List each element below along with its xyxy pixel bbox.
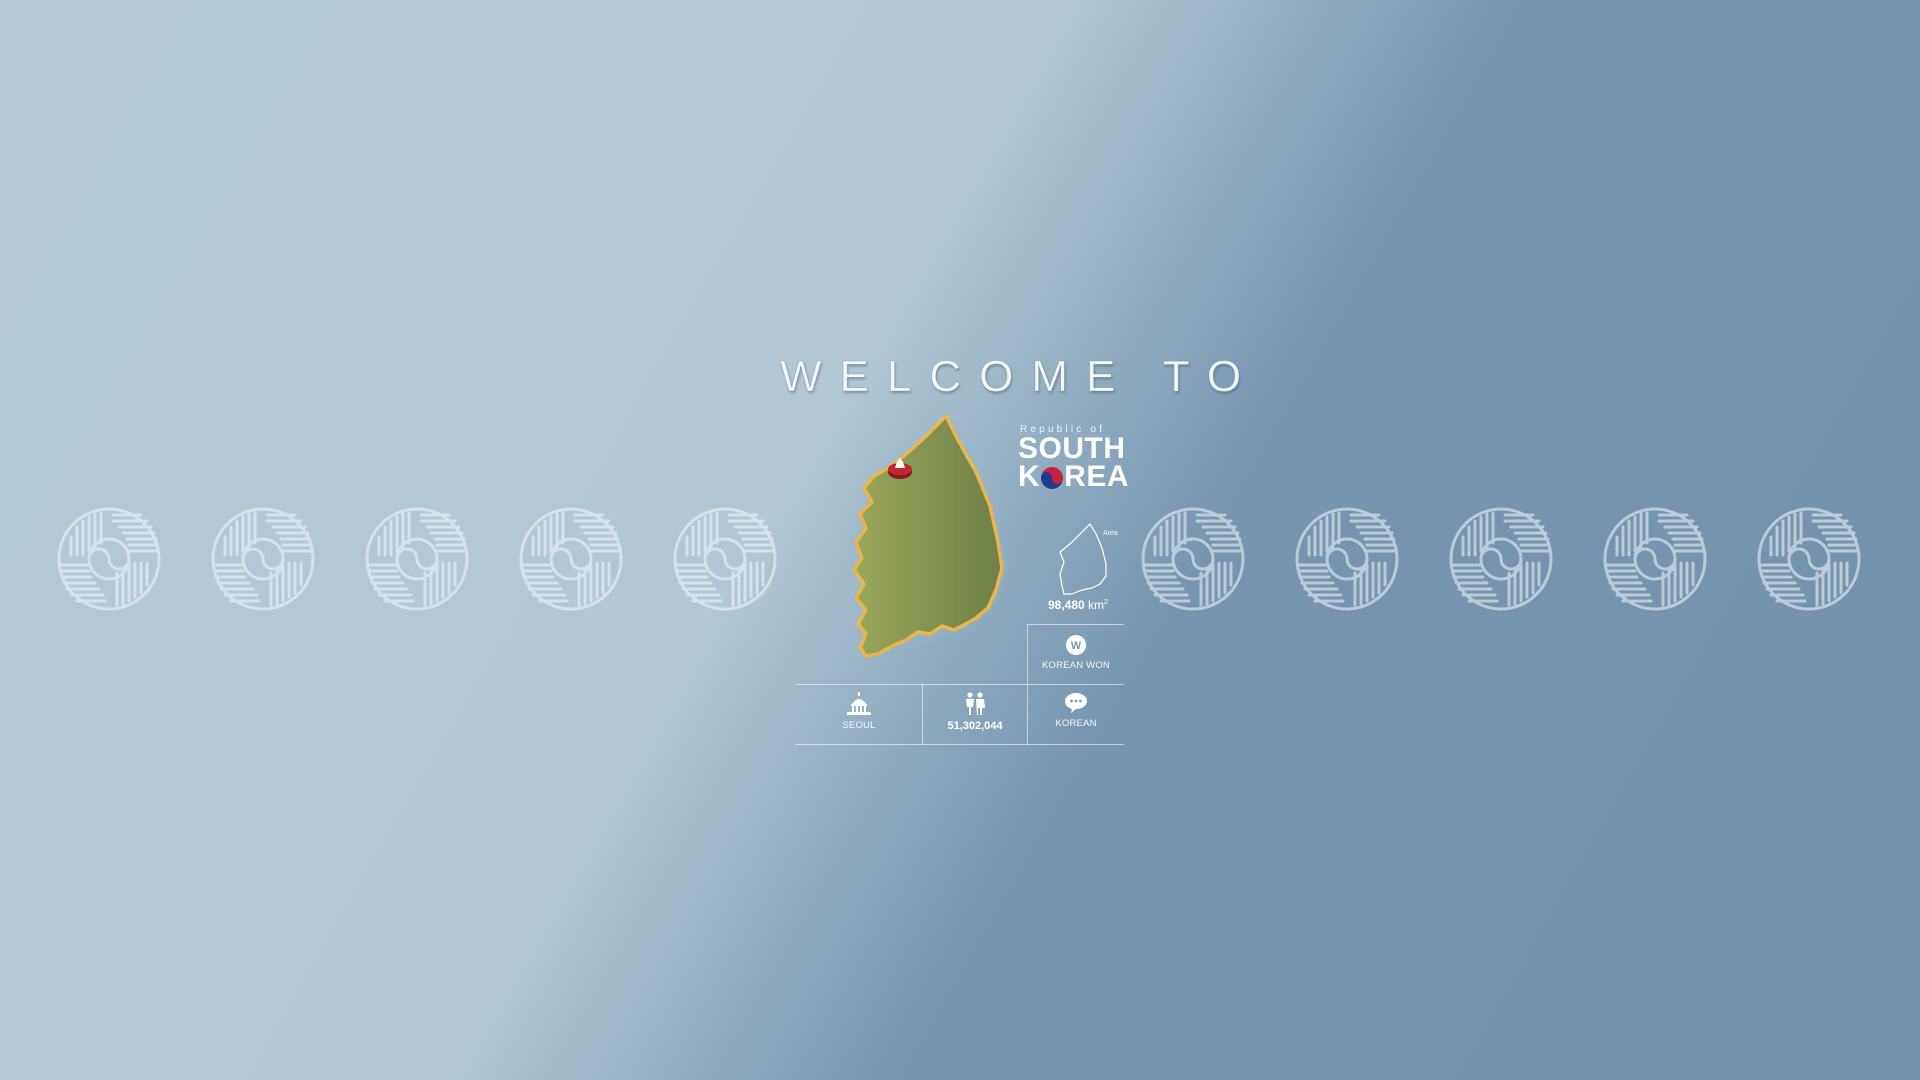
- grid-divider: [795, 684, 1124, 685]
- svg-text:W: W: [1071, 640, 1082, 652]
- taeguk-medallion-icon: [1603, 507, 1707, 611]
- population-value: 51,302,044: [947, 720, 1003, 732]
- won-coin-icon: W: [1066, 635, 1086, 655]
- capitol-building-icon: [847, 692, 871, 715]
- taeguk-medallion-icon: [519, 507, 623, 611]
- population-cell: 51,302,044: [923, 692, 1027, 732]
- taeguk-medallion-icon: [57, 507, 161, 611]
- taeguk-medallion-icon: [673, 507, 777, 611]
- taegeuk-flag-icon: [1041, 467, 1064, 489]
- south-korea-map: [852, 414, 1004, 658]
- area-value: 98,480 km2: [1048, 598, 1108, 612]
- area-caption: Area: [1103, 530, 1118, 537]
- welcome-heading: WELCOME TO: [780, 352, 1260, 402]
- taeguk-medallion-icon: [1757, 507, 1861, 611]
- country-title: Republic of SOUTH K REA: [1018, 424, 1138, 493]
- grid-divider: [795, 744, 1124, 745]
- wallpaper: WELCOME TO Republic of SOUTH KREA Area: [0, 0, 1920, 1080]
- language-label: KOREAN: [1055, 718, 1097, 729]
- grid-divider: [1027, 624, 1124, 625]
- taeguk-medallion-icon: [211, 507, 315, 611]
- language-cell: KOREAN: [1028, 692, 1124, 729]
- taeguk-medallion-icon: [1295, 507, 1399, 611]
- people-icon: [966, 692, 985, 715]
- capital-cell: SEOUL: [796, 692, 922, 731]
- country-name-line2: K REA: [1018, 460, 1130, 493]
- capital-label: SEOUL: [842, 720, 876, 731]
- currency-cell: W KOREAN WON: [1028, 634, 1124, 671]
- taeguk-medallion-icon: [1449, 507, 1553, 611]
- speech-bubble-icon: [1065, 693, 1087, 713]
- taeguk-medallion-icon: [365, 507, 469, 611]
- country-name-line1: SOUTH: [1018, 432, 1126, 465]
- taeguk-medallion-icon: [1141, 507, 1245, 611]
- currency-label: KOREAN WON: [1042, 660, 1110, 671]
